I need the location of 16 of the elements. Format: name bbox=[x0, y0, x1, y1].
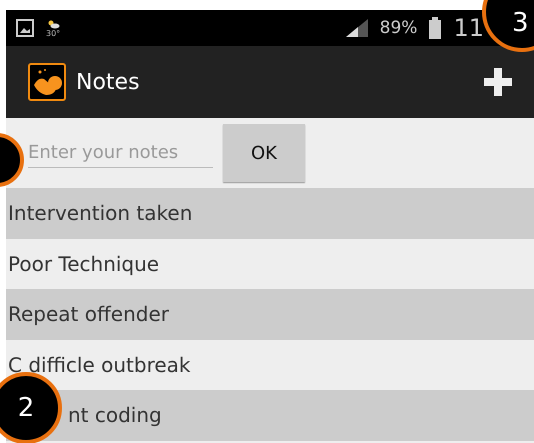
notes-input-field[interactable]: Enter your notes bbox=[28, 138, 213, 168]
temperature: 30° bbox=[46, 28, 60, 38]
app-title: Notes bbox=[76, 70, 141, 94]
note-item[interactable]: Repeat offender bbox=[8, 302, 169, 326]
note-item[interactable]: Poor Technique bbox=[8, 252, 160, 276]
battery-icon bbox=[429, 17, 442, 39]
ok-button[interactable]: OK bbox=[223, 124, 305, 182]
gallery-icon bbox=[16, 19, 34, 37]
note-item[interactable]: Intervention taken bbox=[8, 201, 192, 226]
hand-washing-icon bbox=[28, 63, 66, 101]
weather-icon bbox=[46, 18, 60, 28]
clock-time: 11 bbox=[453, 14, 484, 42]
signal-icon bbox=[346, 19, 368, 37]
battery-percentage: 89% bbox=[380, 18, 418, 38]
add-icon[interactable] bbox=[484, 68, 512, 96]
note-item[interactable]: nt coding bbox=[68, 403, 162, 428]
